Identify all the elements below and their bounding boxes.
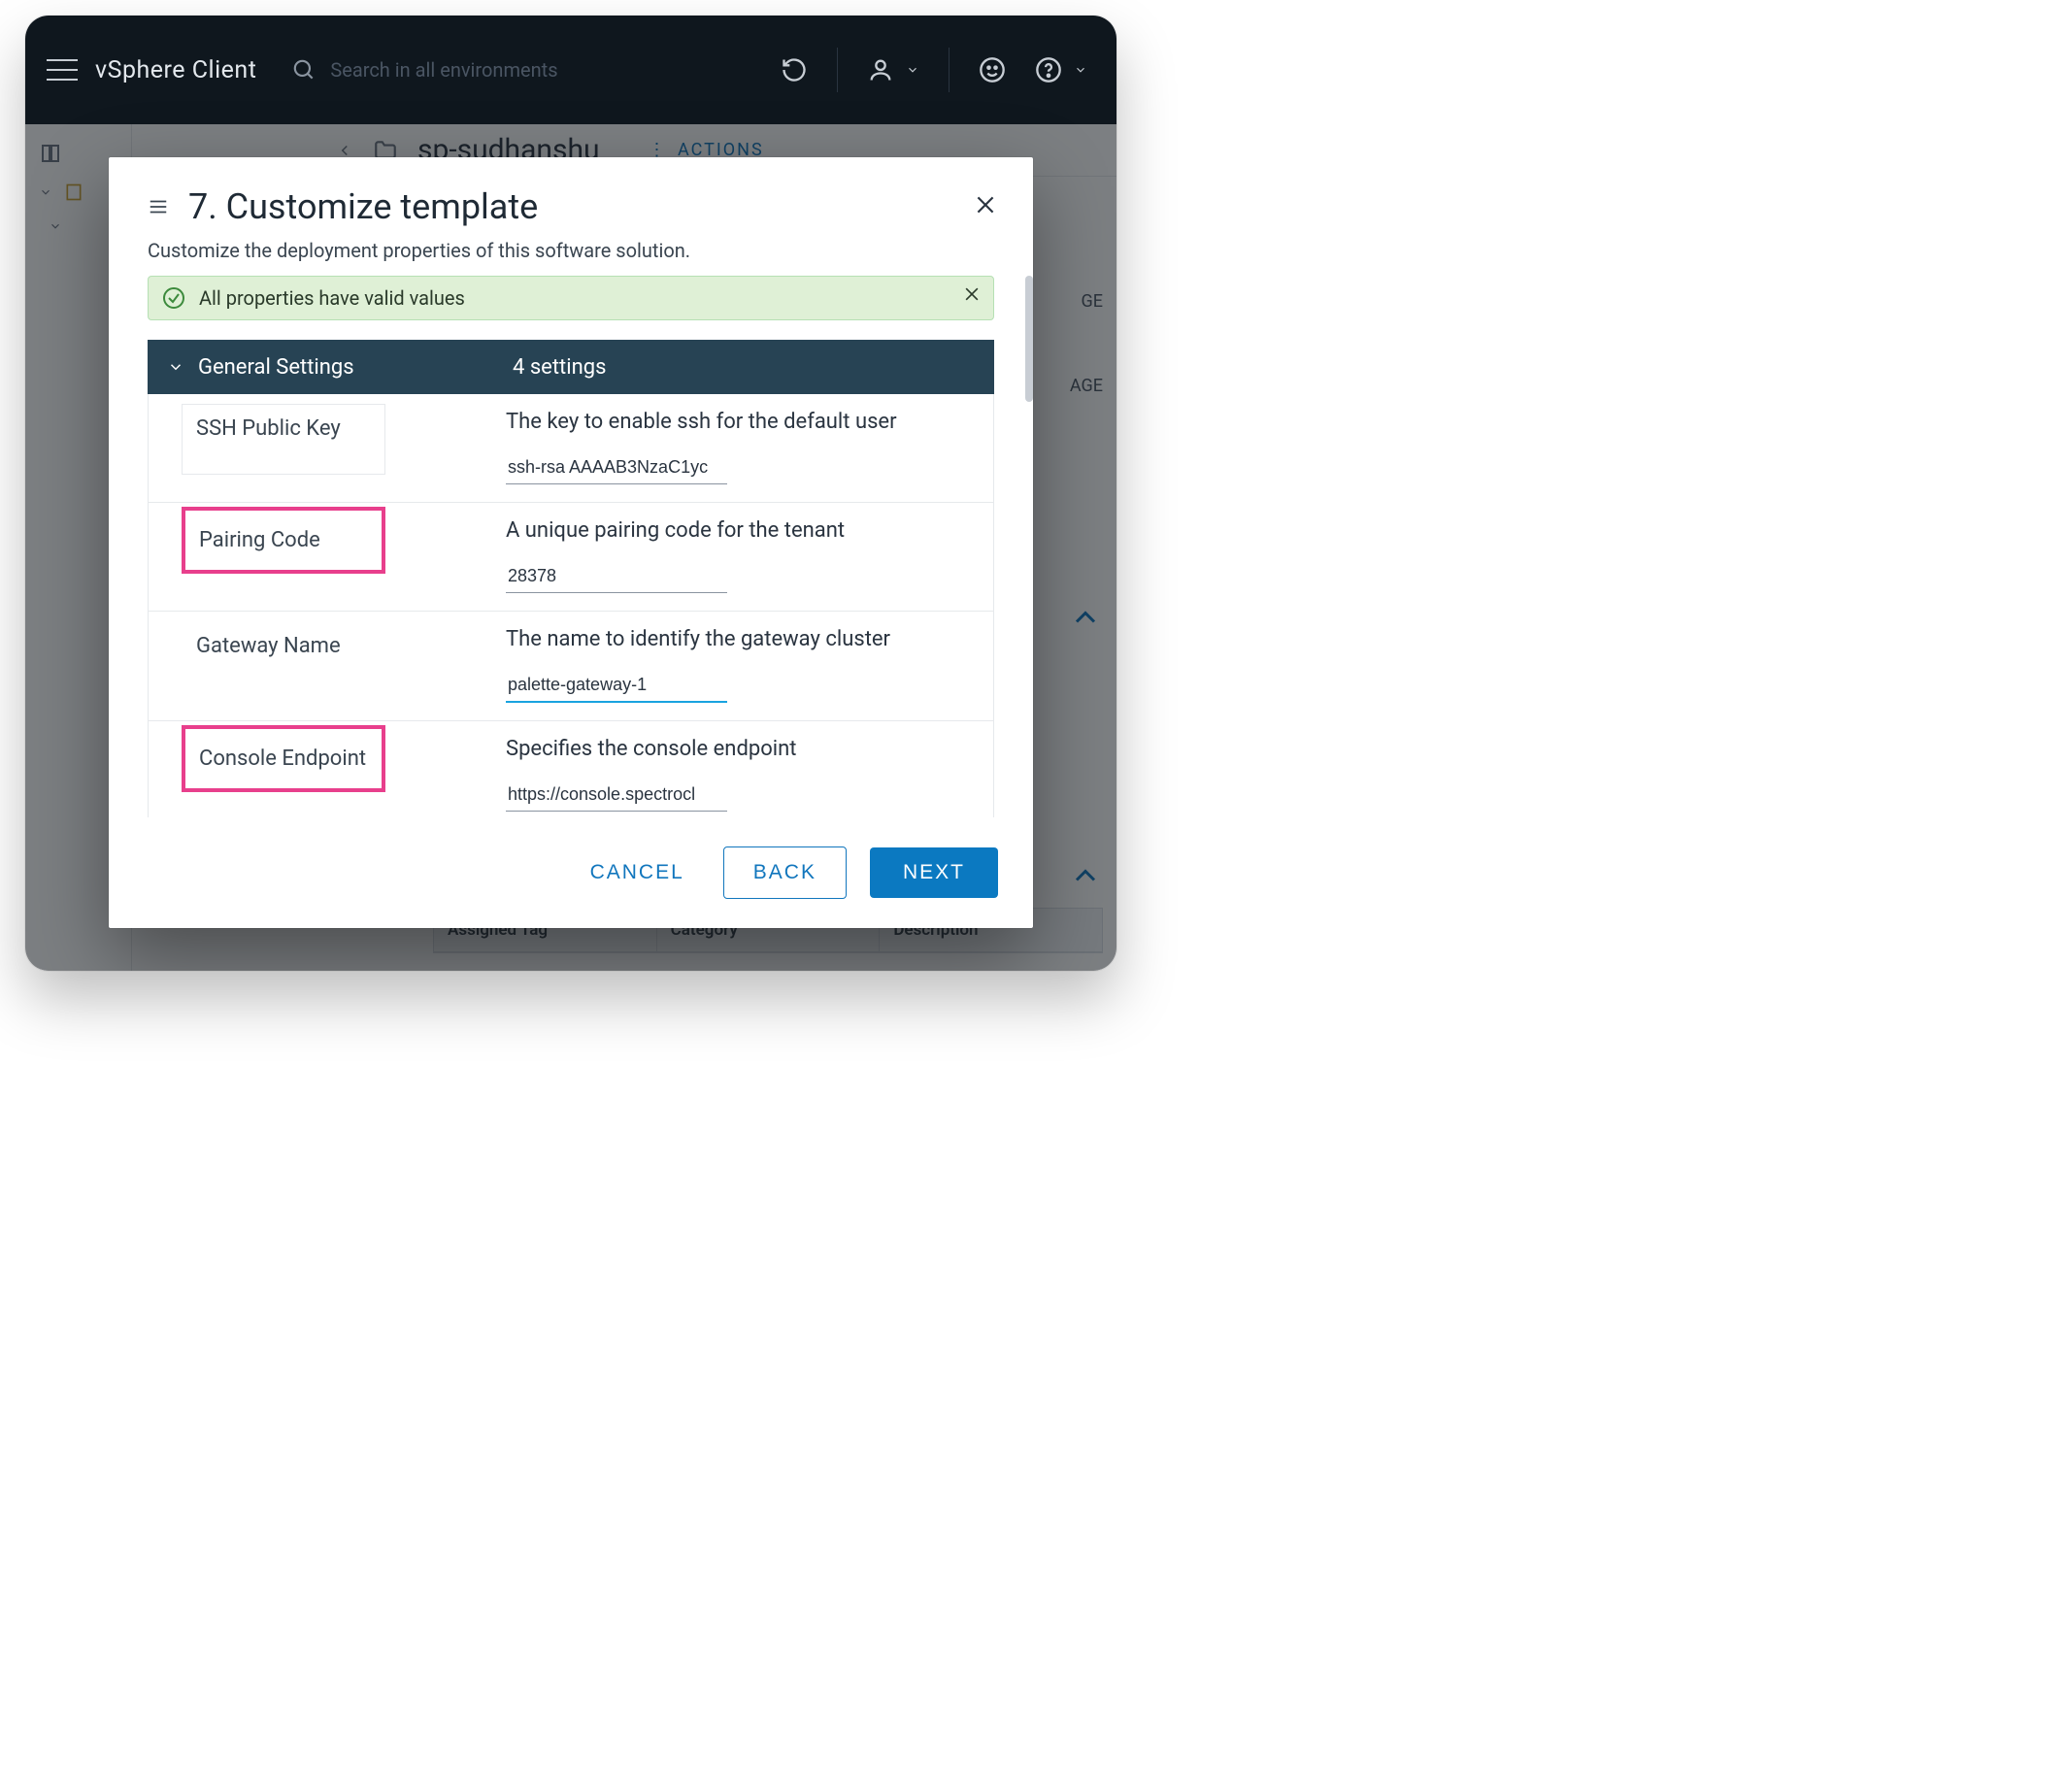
alert-text: All properties have valid values (199, 286, 465, 310)
global-search[interactable]: Search in all environments (291, 57, 763, 83)
close-icon (962, 284, 982, 304)
setting-description: The name to identify the gateway cluster (506, 627, 980, 651)
setting-label: Gateway Name (182, 615, 385, 677)
topbar-actions (781, 48, 1095, 92)
scrollbar[interactable] (1023, 276, 1033, 817)
customize-template-modal: 7. Customize template Customize the depl… (109, 157, 1033, 928)
setting-row-pairing: Pairing Code A unique pairing code for t… (149, 503, 993, 612)
section-title: General Settings (198, 355, 354, 380)
check-circle-icon (162, 286, 185, 310)
setting-row-console: Console Endpoint Specifies the console e… (149, 721, 993, 817)
setting-row-gateway: Gateway Name The name to identify the ga… (149, 612, 993, 721)
modal-subtitle: Customize the deployment properties of t… (109, 239, 1033, 276)
search-icon (291, 57, 317, 83)
section-header-general[interactable]: General Settings 4 settings (148, 340, 994, 394)
smiley-icon[interactable] (979, 56, 1006, 83)
chevron-down-icon[interactable] (906, 63, 919, 77)
alert-dismiss[interactable] (962, 284, 982, 309)
setting-description: A unique pairing code for the tenant (506, 518, 980, 543)
close-button[interactable] (973, 192, 998, 221)
modal-body: All properties have valid values General… (109, 276, 1033, 817)
close-icon (973, 192, 998, 217)
refresh-icon[interactable] (781, 56, 808, 83)
setting-description: The key to enable ssh for the default us… (506, 410, 980, 434)
modal-title: 7. Customize template (188, 186, 538, 227)
back-button[interactable]: BACK (723, 846, 847, 899)
app-window: vSphere Client Search in all environment… (25, 16, 1116, 971)
settings-list: SSH Public Key The key to enable ssh for… (148, 394, 994, 817)
setting-row-ssh: SSH Public Key The key to enable ssh for… (149, 394, 993, 503)
setting-label: Console Endpoint (182, 725, 385, 792)
modal-header: 7. Customize template (109, 157, 1033, 239)
gateway-name-input[interactable] (506, 669, 727, 703)
brand-label: vSphere Client (95, 56, 256, 84)
separator (837, 48, 838, 92)
setting-description: Specifies the console endpoint (506, 737, 980, 761)
next-button[interactable]: NEXT (870, 847, 998, 898)
search-placeholder: Search in all environments (330, 58, 557, 82)
cancel-button[interactable]: CANCEL (575, 851, 700, 894)
scrollbar-thumb[interactable] (1025, 276, 1033, 402)
chevron-down-icon (167, 358, 184, 376)
user-icon[interactable] (867, 56, 894, 83)
steps-icon[interactable] (148, 196, 169, 217)
validation-alert: All properties have valid values (148, 276, 994, 320)
console-endpoint-input[interactable] (506, 779, 727, 812)
top-bar: vSphere Client Search in all environment… (25, 16, 1116, 124)
help-icon[interactable] (1035, 56, 1062, 83)
ssh-public-key-input[interactable] (506, 451, 727, 484)
pairing-code-input[interactable] (506, 560, 727, 593)
chevron-down-icon[interactable] (1074, 63, 1087, 77)
settings-count: 4 settings (513, 355, 606, 380)
setting-label: Pairing Code (182, 507, 385, 574)
separator (949, 48, 950, 92)
menu-icon[interactable] (47, 59, 78, 81)
modal-footer: CANCEL BACK NEXT (109, 817, 1033, 928)
setting-label: SSH Public Key (182, 404, 385, 475)
